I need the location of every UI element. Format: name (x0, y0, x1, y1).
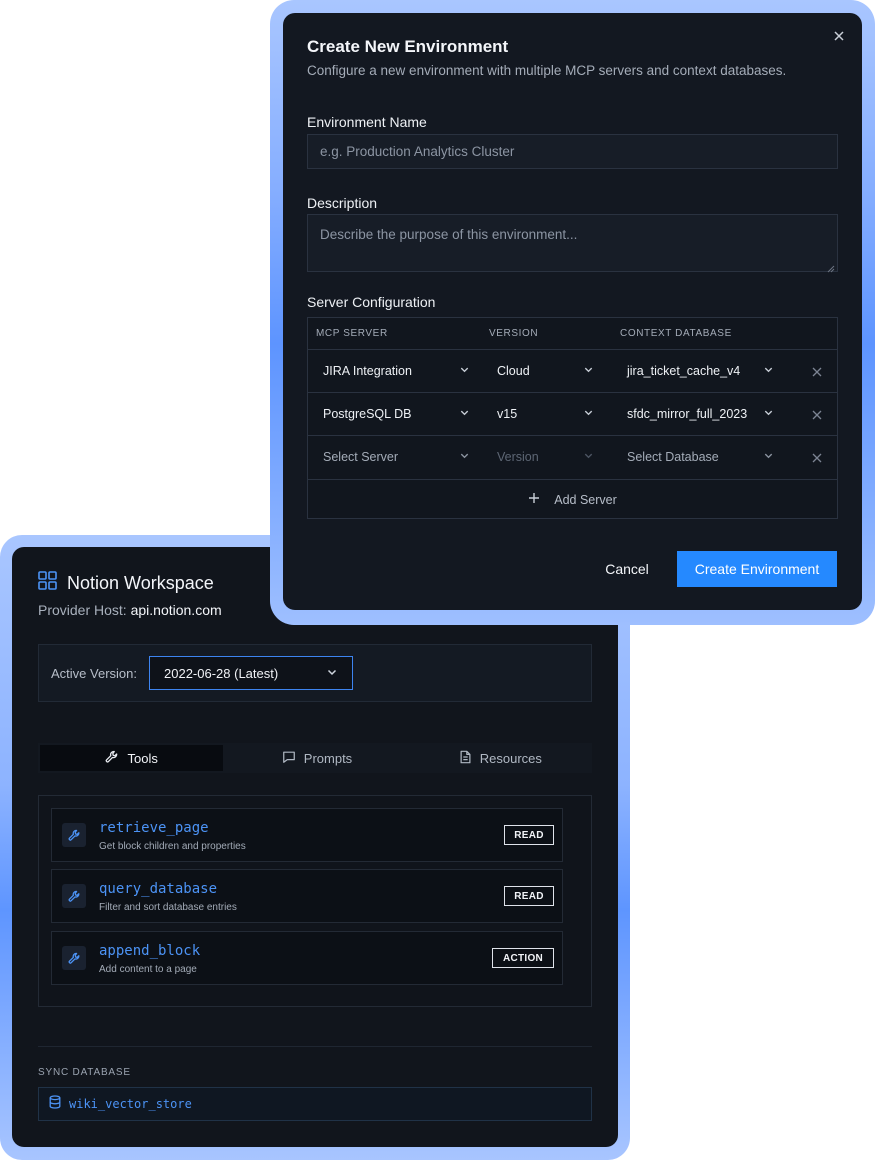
database-select-placeholder: Select Database (627, 450, 719, 464)
tool-description: Add content to a page (99, 964, 197, 975)
version-select[interactable]: v15 (482, 393, 604, 435)
permission-badge: READ (504, 825, 554, 845)
chevron-down-icon (583, 364, 594, 378)
close-icon[interactable] (832, 29, 846, 43)
permission-badge: READ (504, 886, 554, 906)
wrench-icon (62, 884, 86, 908)
version-select[interactable]: Cloud (482, 350, 604, 392)
version-select[interactable]: 2022-06-28 (Latest) (149, 656, 353, 690)
tool-description: Filter and sort database entries (99, 902, 237, 913)
tab-prompts-label: Prompts (303, 750, 353, 766)
server-row: PostgreSQL DB v15 sfdc_mirror_full_2023 (308, 392, 837, 435)
environment-name-input[interactable]: e.g. Production Analytics Cluster (307, 134, 838, 169)
tab-resources[interactable]: Resources (409, 743, 592, 773)
server-row: JIRA Integration Cloud jira_ticket_cache… (308, 349, 837, 392)
add-server-button[interactable]: Add Server (308, 479, 837, 519)
version-select: Version (482, 436, 604, 478)
chevron-down-icon (763, 450, 774, 464)
workspace-title: Notion Workspace (67, 572, 214, 593)
database-select[interactable]: jira_ticket_cache_v4 (612, 350, 784, 392)
tab-prompts[interactable]: Prompts (225, 743, 408, 773)
version-select-value: 2022-06-28 (Latest) (164, 665, 279, 681)
version-bar: Active Version: 2022-06-28 (Latest) (38, 644, 592, 702)
description-label: Description (307, 195, 378, 211)
environment-name-label: Environment Name (307, 114, 427, 130)
sync-database-value: wiki_vector_store (69, 1097, 192, 1111)
chevron-down-icon (583, 407, 594, 421)
chevron-down-icon (763, 364, 774, 378)
modal-subtitle: Configure a new environment with multipl… (307, 63, 787, 78)
provider-host-value: api.notion.com (130, 602, 222, 618)
provider-host: Provider Host: api.notion.com (38, 602, 222, 618)
resize-handle-icon[interactable] (827, 261, 835, 273)
active-version-label: Active Version: (51, 665, 137, 681)
cancel-button[interactable]: Cancel (590, 551, 664, 587)
wrench-icon (62, 946, 86, 970)
tool-item[interactable]: retrieve_page Get block children and pro… (51, 808, 563, 862)
chat-icon (282, 750, 296, 767)
version-select-placeholder: Version (497, 450, 539, 464)
document-icon (459, 750, 472, 767)
tool-name: append_block (99, 943, 201, 959)
description-placeholder: Describe the purpose of this environment… (320, 227, 578, 242)
divider (38, 1046, 592, 1047)
column-header-version: VERSION (489, 328, 539, 339)
remove-row-icon[interactable] (811, 408, 823, 420)
sync-database-label: SYNC DATABASE (38, 1067, 131, 1078)
database-select[interactable]: Select Database (612, 436, 784, 478)
chevron-down-icon (326, 666, 338, 681)
remove-row-icon[interactable] (811, 451, 823, 463)
description-textarea[interactable]: Describe the purpose of this environment… (307, 214, 838, 273)
create-environment-modal: Create New Environment Configure a new e… (283, 13, 862, 610)
server-select[interactable]: JIRA Integration (308, 350, 480, 392)
version-select-value: v15 (497, 407, 518, 421)
plus-icon (528, 492, 540, 507)
database-select-value: jira_ticket_cache_v4 (627, 364, 741, 378)
column-header-context-database: CONTEXT DATABASE (620, 328, 732, 339)
server-select[interactable]: PostgreSQL DB (308, 393, 480, 435)
tool-name: query_database (99, 881, 218, 897)
chevron-down-icon (459, 364, 470, 378)
tool-description: Get block children and properties (99, 841, 246, 852)
tab-tools[interactable]: Tools (40, 745, 224, 771)
tools-list: retrieve_page Get block children and pro… (38, 795, 592, 1007)
tab-tools-label: Tools (127, 750, 158, 766)
wrench-icon (62, 823, 86, 847)
server-config-table: MCP SERVER VERSION CONTEXT DATABASE JIRA… (307, 317, 838, 519)
tool-name: retrieve_page (99, 820, 209, 836)
database-select-value: sfdc_mirror_full_2023 (627, 407, 748, 421)
grid-icon (38, 571, 57, 595)
tool-item[interactable]: append_block Add content to a page ACTIO… (51, 931, 563, 985)
server-select-placeholder: Select Server (323, 450, 399, 464)
tool-item[interactable]: query_database Filter and sort database … (51, 869, 563, 923)
chevron-down-icon (583, 450, 594, 464)
remove-row-icon[interactable] (811, 365, 823, 377)
workspace-tabs: Tools Prompts Resources (38, 743, 592, 773)
workspace-panel: Notion Workspace Provider Host: api.noti… (12, 547, 618, 1147)
modal-title: Create New Environment (307, 37, 509, 56)
server-row: Select Server Version Select Database (308, 435, 837, 478)
database-select[interactable]: sfdc_mirror_full_2023 (612, 393, 784, 435)
column-header-mcp-server: MCP SERVER (316, 328, 388, 339)
database-icon (49, 1094, 61, 1114)
provider-host-label: Provider Host: (38, 602, 127, 618)
sync-database-field[interactable]: wiki_vector_store (38, 1087, 592, 1121)
workspace-header: Notion Workspace (38, 571, 214, 595)
server-select-value: PostgreSQL DB (323, 407, 412, 421)
version-select-value: Cloud (497, 364, 530, 378)
environment-name-placeholder: e.g. Production Analytics Cluster (320, 144, 515, 159)
create-environment-button[interactable]: Create Environment (677, 551, 837, 587)
chevron-down-icon (763, 407, 774, 421)
wrench-icon (105, 750, 119, 767)
permission-badge: ACTION (492, 948, 554, 968)
chevron-down-icon (459, 450, 470, 464)
server-select[interactable]: Select Server (308, 436, 480, 478)
chevron-down-icon (459, 407, 470, 421)
add-server-label: Add Server (554, 492, 617, 507)
server-select-value: JIRA Integration (323, 364, 412, 378)
tab-resources-label: Resources (479, 750, 542, 766)
server-configuration-label: Server Configuration (307, 294, 436, 310)
